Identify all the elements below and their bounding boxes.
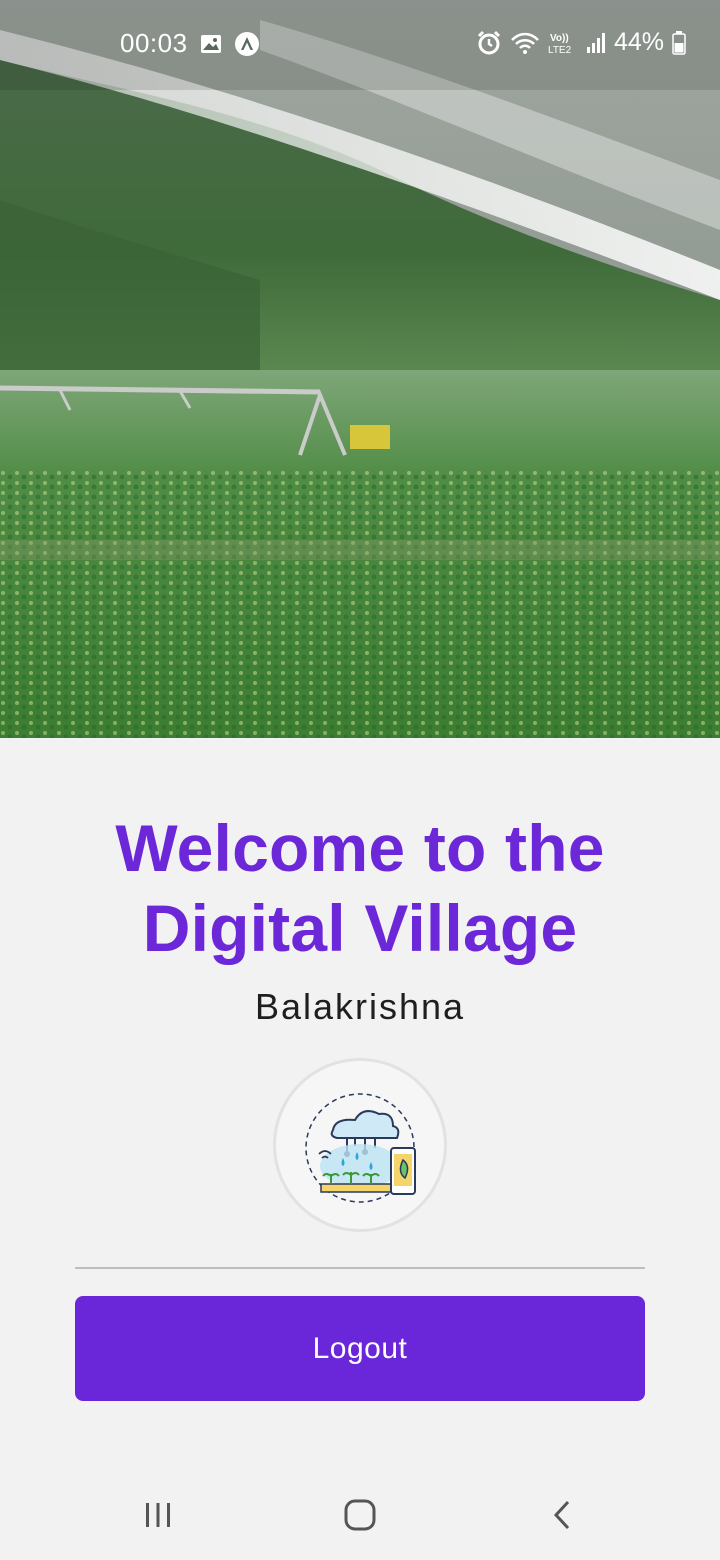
gallery-icon — [200, 34, 222, 54]
battery-icon — [672, 30, 686, 55]
home-icon — [344, 1499, 376, 1531]
logout-button[interactable]: Logout — [75, 1296, 645, 1401]
home-button[interactable] — [310, 1470, 410, 1560]
status-bar: 00:03 Vo)) LTE2 44% — [0, 0, 720, 84]
status-left: 00:03 — [120, 28, 260, 59]
volte-icon: Vo)) LTE2 — [548, 31, 578, 55]
divider — [75, 1267, 645, 1269]
status-right: Vo)) LTE2 44% — [476, 28, 686, 57]
back-icon — [552, 1500, 572, 1530]
smart-farming-icon — [305, 1093, 416, 1203]
navigation-bar — [0, 1470, 720, 1560]
welcome-title-line2: Digital Village — [142, 891, 578, 965]
welcome-title-line1: Welcome to the — [115, 811, 605, 885]
welcome-title: Welcome to the Digital Village — [0, 808, 720, 968]
wifi-icon — [510, 31, 540, 55]
status-time: 00:03 — [120, 28, 188, 58]
back-button[interactable] — [512, 1470, 612, 1560]
recents-button[interactable] — [108, 1470, 208, 1560]
battery-percent: 44% — [613, 28, 664, 56]
user-name: Balakrishna — [254, 986, 466, 1027]
network-label: LTE2 — [548, 45, 572, 55]
hero-image — [0, 0, 720, 738]
recents-icon — [144, 1502, 172, 1528]
signal-icon — [586, 32, 606, 54]
smart-farming-logo — [273, 1058, 447, 1232]
alarm-icon — [476, 30, 502, 56]
svg-text:Vo)): Vo)) — [550, 33, 569, 44]
app-notification-icon — [234, 31, 260, 57]
